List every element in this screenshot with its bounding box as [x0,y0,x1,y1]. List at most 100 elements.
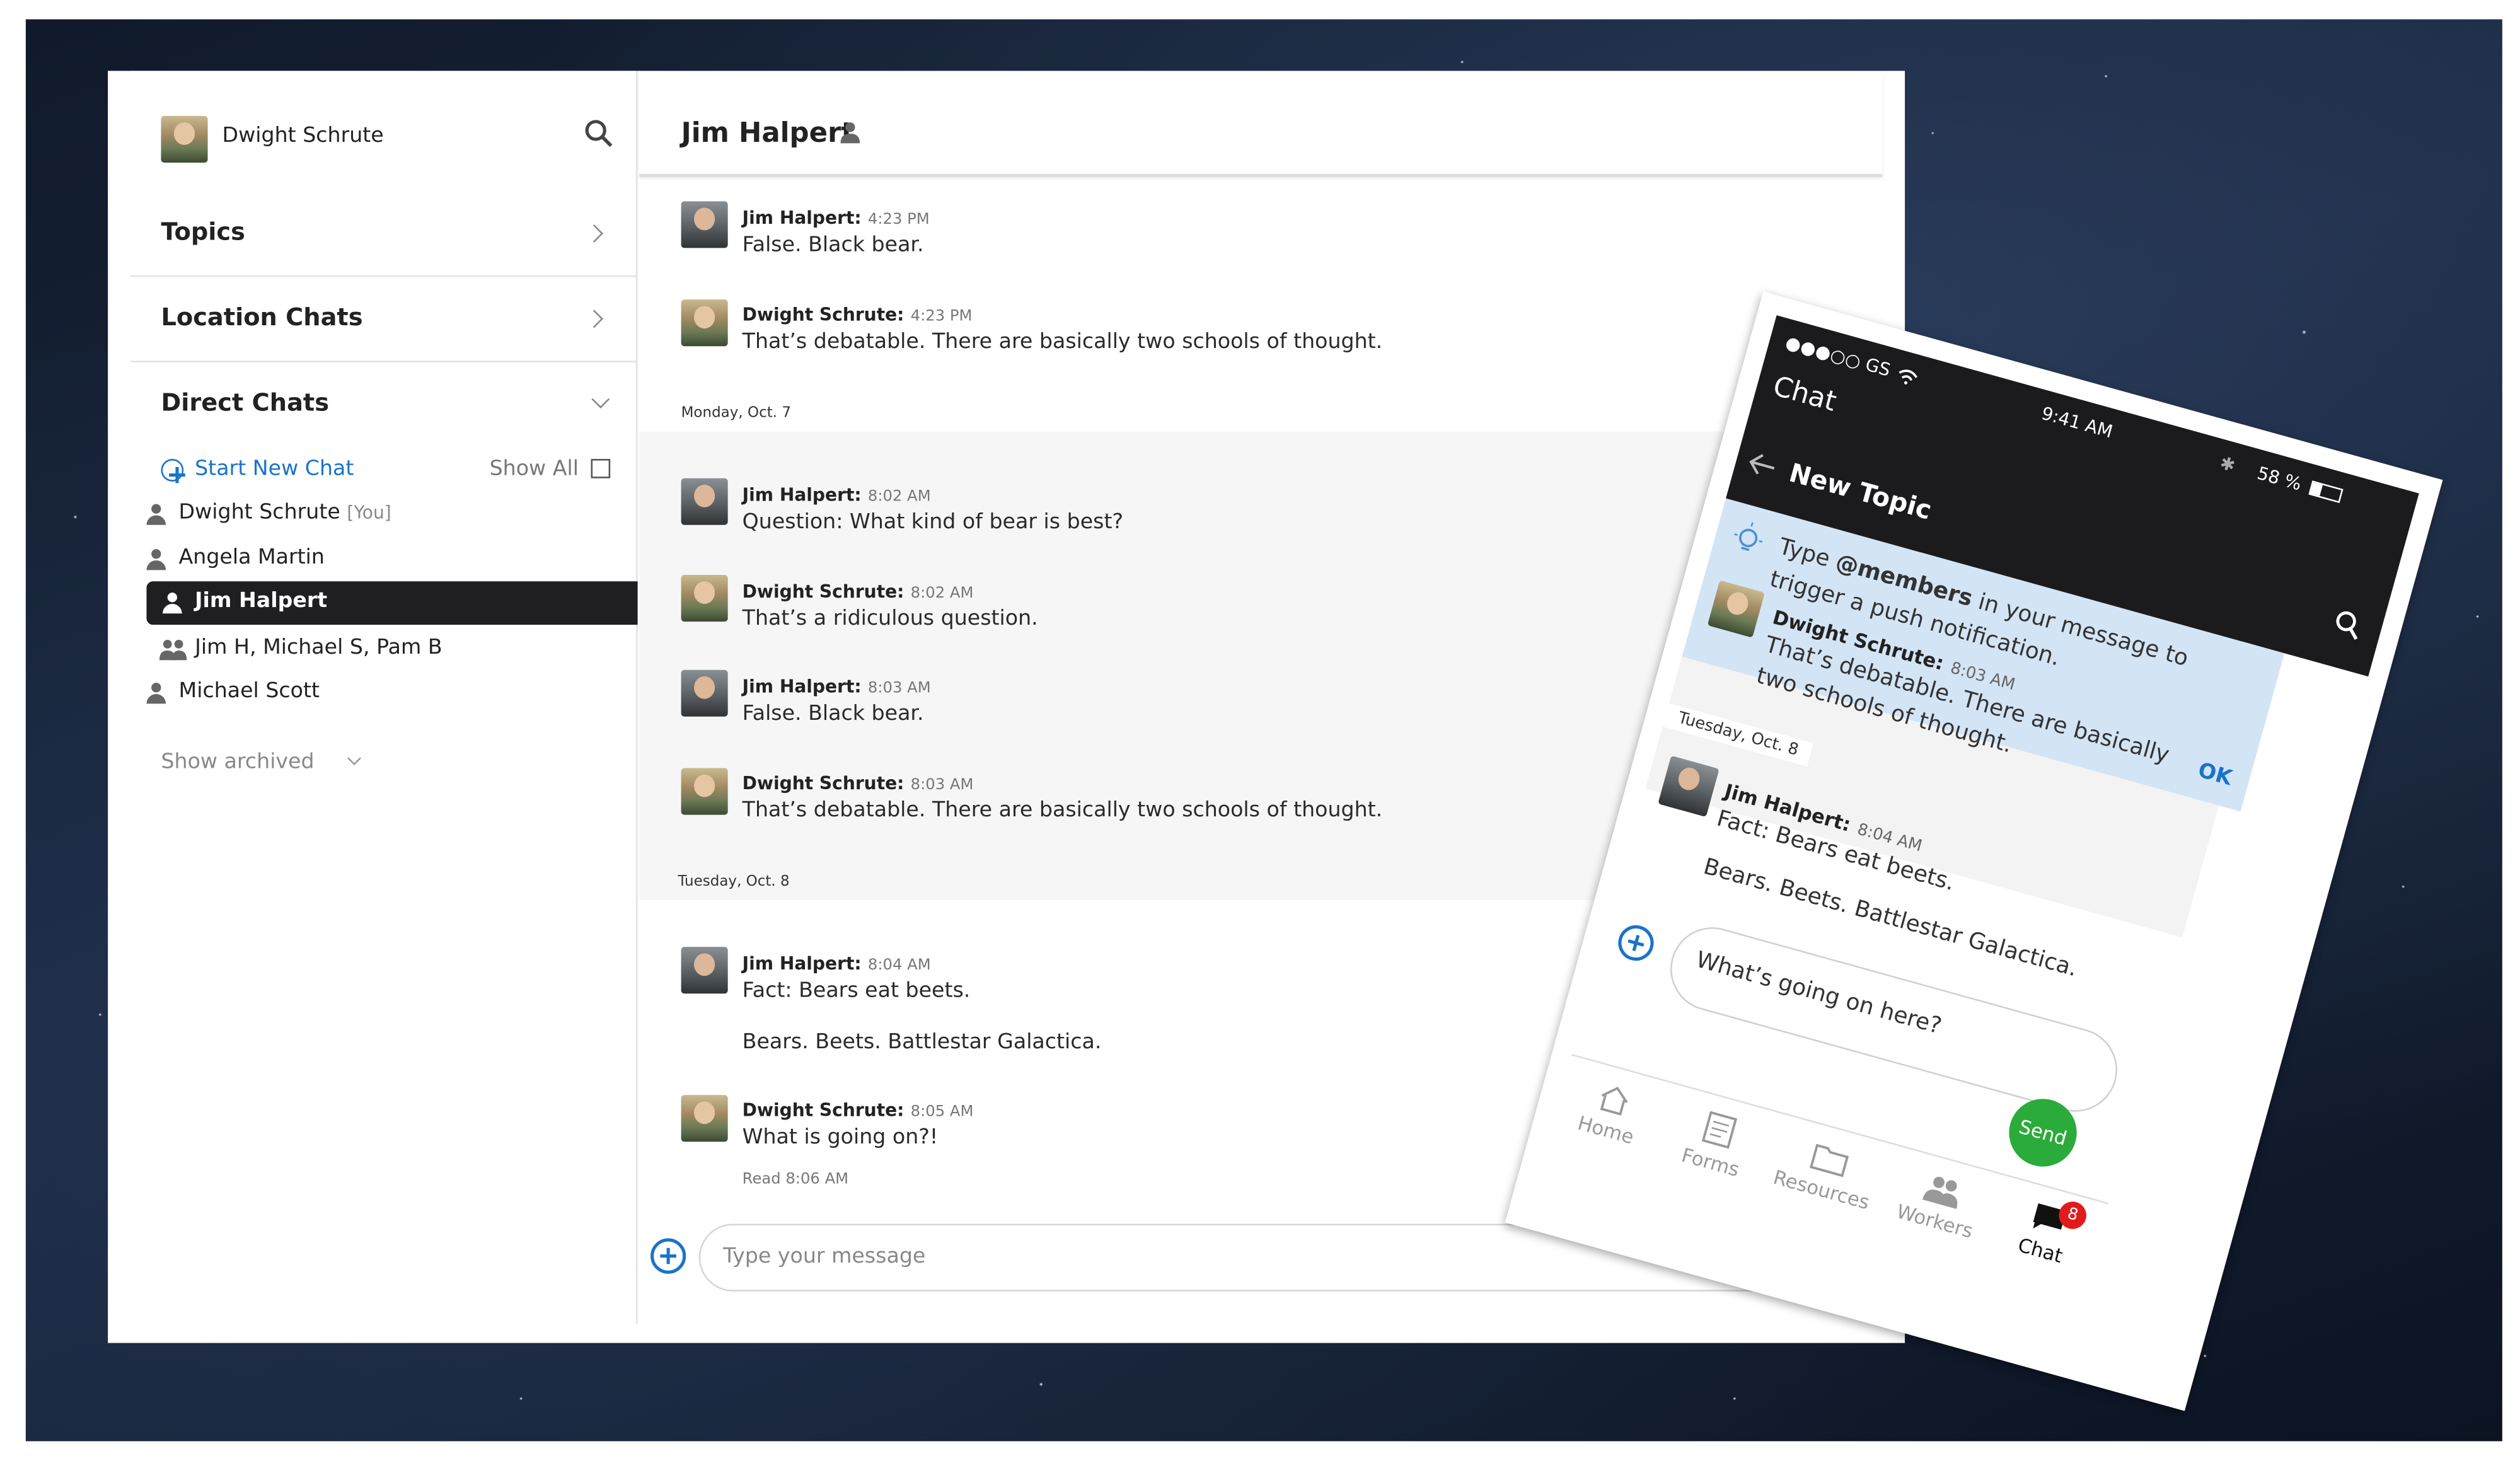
message-text: Question: What kind of bear is best? [742,510,1124,535]
chat-item-angela[interactable]: Angela Martin [130,538,638,581]
phone-message-input[interactable]: What’s going on here? [1660,917,2127,1122]
message-author: Dwight Schrute: [742,773,905,794]
read-receipt: Read 8:06 AM [742,1171,849,1189]
search-icon[interactable] [2332,608,2365,642]
topics-row[interactable]: Topics [130,188,638,277]
location-chats-row[interactable]: Location Chats [130,277,638,362]
folder-icon [1809,1143,1849,1177]
message-author: Dwight Schrute: [742,1099,905,1121]
wifi-icon [1899,369,1917,385]
start-new-chat-icon[interactable] [161,459,185,483]
message-text: That’s a ridiculous question. [742,607,1038,632]
chat-title: Jim Halpert [681,117,855,150]
date-divider: Tuesday, Oct. 8 [661,869,806,897]
person-icon [840,122,860,144]
tab-chat[interactable]: 8 Chat [1977,1185,2105,1307]
person-icon [146,549,166,570]
tab-label: Forms [1679,1143,1742,1181]
forms-icon [1701,1111,1738,1149]
chat-item-label: Michael Scott [178,680,320,704]
tip-text: Type [1776,534,1840,575]
show-all-checkbox[interactable] [591,459,611,478]
avatar [681,574,728,622]
avatar [681,299,728,347]
battery-percent: 58 % [2255,463,2304,495]
user-avatar[interactable] [161,115,208,163]
message-text: That’s debatable. There are basically tw… [742,330,1383,355]
person-icon [163,593,182,614]
chat-item-label: Angela Martin [178,546,325,570]
chevron-right-icon [585,224,604,243]
search-icon[interactable] [584,119,613,148]
add-attachment-button[interactable] [1614,921,1658,965]
chevron-down-icon [591,390,610,408]
bluetooth-icon: ✱ [2217,452,2238,477]
chat-item-label: Jim H, Michael S, Pam B [195,636,442,661]
person-icon [146,683,166,704]
person-icon [146,504,166,525]
message-text: False. Black bear. [742,233,924,258]
back-arrow-icon[interactable] [1747,451,1777,479]
tab-label: Workers [1893,1200,1975,1243]
message-time: 8:03 AM [867,680,931,698]
message-text: What is going on?! [742,1125,939,1150]
message-time: 4:23 PM [910,307,973,326]
chat-item-label: Dwight Schrute [178,500,340,525]
avatar [681,947,728,994]
message-author: Dwight Schrute: [742,304,905,326]
message-text: Fact: Bears eat beets. [742,979,971,1004]
location-chats-label: Location Chats [161,303,363,332]
start-new-chat-link[interactable]: Start New Chat [195,458,354,482]
message-time: 8:02 AM [867,488,931,506]
chat-item-label: Jim Halpert [195,589,328,614]
message-author: Jim Halpert: [742,207,862,229]
chevron-right-icon [585,310,604,328]
message-author: Jim Halpert: [742,953,862,975]
tab-resources[interactable]: Resources [1754,1123,1892,1247]
message-text: That’s debatable. There are basically tw… [742,799,1383,823]
message-time: 8:02 AM [910,584,974,603]
group-icon [159,639,187,661]
chat-item-jim-selected[interactable]: Jim Halpert [146,581,638,625]
message-author: Jim Halpert: [742,484,862,506]
chat-item-group[interactable]: Jim H, Michael S, Pam B [130,628,638,671]
input-value: What’s going on here? [1693,947,1945,1040]
chevron-down-icon [347,751,361,766]
phone-screen-title: New Topic [1786,457,1935,526]
avatar [681,768,728,815]
message-time: 8:04 AM [867,956,931,975]
chat-item-dwight[interactable]: Dwight Schrute [You] [130,493,638,536]
home-icon [1600,1086,1628,1116]
you-suffix: [You] [347,502,391,524]
add-attachment-button[interactable] [650,1238,686,1274]
show-archived-link[interactable]: Show archived [161,750,314,774]
avatar [681,1095,728,1142]
input-placeholder: Type your message [723,1244,926,1270]
avatar [681,669,728,717]
direct-chats-header[interactable]: Direct Chats [130,362,638,435]
phone-clock: 9:41 AM [2039,403,2115,443]
sidebar: Dwight Schrute Topics Location Chats Dir… [130,71,638,1324]
date-divider: Monday, Oct. 7 [665,401,807,429]
message-text: Bears. Beets. Battlestar Galactica. [742,1030,1102,1055]
tab-label: Home [1575,1111,1637,1149]
lightbulb-icon [1734,522,1763,552]
message-time: 8:05 AM [910,1102,974,1121]
tab-label: Chat [2015,1234,2066,1268]
phone-app-title: Chat [1769,371,1840,419]
tab-home[interactable]: Home [1543,1065,1671,1186]
chat-item-michael[interactable]: Michael Scott [130,671,638,715]
tab-workers[interactable]: Workers [1872,1156,2000,1278]
avatar [681,478,728,525]
tab-forms[interactable]: Forms [1648,1094,1776,1216]
message-time: 8:03 AM [910,776,974,794]
message-author: Jim Halpert: [742,676,862,698]
message-time: 4:23 PM [867,211,930,229]
user-name: Dwight Schrute [222,124,384,149]
chat-header: Jim Halpert [639,71,1883,178]
message-author: Dwight Schrute: [742,581,905,603]
topics-label: Topics [161,217,245,246]
carrier-label: ●●●○○ GS [1783,332,1893,381]
message-text: False. Black bear. [742,702,924,727]
direct-chats-label: Direct Chats [161,388,330,417]
